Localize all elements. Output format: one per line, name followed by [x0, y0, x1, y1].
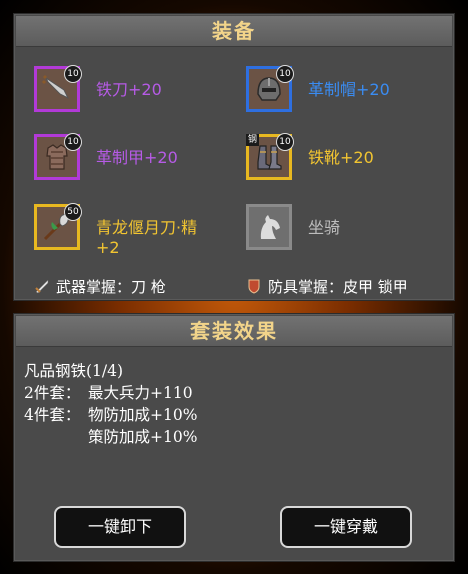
set-effect-title: 套装效果 — [16, 316, 452, 347]
armor-mastery-text: 防具掌握：皮甲 锁甲 — [268, 277, 408, 296]
item-frame[interactable]: 50 — [34, 203, 82, 250]
equip-slot-helmet[interactable]: 10 革制帽+20 — [246, 65, 426, 122]
set-effect-panel: 套装效果 凡品钢铁(1/4) 2件套： 最大兵力+110 4件套： 物防加成+1… — [13, 313, 455, 562]
set-bonus-effect: 策防加成+10% — [88, 428, 198, 446]
item-frame[interactable]: 钢 10 — [246, 133, 294, 180]
horse-icon — [260, 215, 280, 239]
level-badge: 50 — [64, 203, 82, 221]
set-bonus-row: 策防加成+10% — [24, 426, 197, 448]
sword-icon — [35, 279, 49, 294]
equipment-title: 装备 — [16, 16, 452, 47]
set-bonus-label — [24, 426, 88, 448]
item-frame[interactable]: 10 — [246, 65, 294, 112]
level-badge: 10 — [276, 133, 294, 151]
item-frame[interactable]: 10 — [34, 133, 82, 180]
item-name: 青龙偃月刀·精+2 — [96, 218, 198, 257]
item-frame[interactable] — [246, 204, 292, 250]
weapon-mastery: 武器掌握：刀 枪 — [34, 276, 166, 296]
item-name: 革制帽+20 — [308, 80, 390, 99]
set-effect-list: 凡品钢铁(1/4) 2件套： 最大兵力+110 4件套： 物防加成+10% 策防… — [24, 360, 197, 448]
level-badge: 10 — [64, 65, 82, 83]
equipment-panel: 装备 10 铁刀+20 10 革制帽+20 10 革制甲+20 钢 10 铁靴+… — [13, 13, 455, 301]
equip-slot-special-weapon[interactable]: 50 青龙偃月刀·精+2 — [34, 203, 214, 260]
item-frame[interactable]: 10 — [34, 65, 82, 112]
set-bonus-row: 2件套： 最大兵力+110 — [24, 382, 197, 404]
equip-slot-armor[interactable]: 10 革制甲+20 — [34, 133, 214, 190]
item-name: 革制甲+20 — [96, 148, 178, 167]
level-badge: 10 — [276, 65, 294, 83]
set-name: 凡品钢铁(1/4) — [24, 362, 124, 380]
level-badge: 10 — [64, 133, 82, 151]
set-bonus-label: 4件套： — [24, 406, 81, 424]
shield-icon — [248, 279, 260, 294]
unequip-all-button[interactable]: 一键卸下 — [54, 506, 186, 548]
equip-slot-weapon[interactable]: 10 铁刀+20 — [34, 65, 214, 122]
item-name: 铁靴+20 — [308, 148, 374, 167]
equip-slot-boots[interactable]: 钢 10 铁靴+20 — [246, 133, 426, 190]
set-bonus-row: 4件套： 物防加成+10% — [24, 404, 197, 426]
equip-all-button[interactable]: 一键穿戴 — [280, 506, 412, 548]
item-name: 坐骑 — [308, 218, 341, 237]
set-bonus-label: 2件套： — [24, 384, 81, 402]
equip-slot-mount[interactable]: 坐骑 — [246, 204, 426, 260]
weapon-mastery-text: 武器掌握：刀 枪 — [56, 277, 166, 296]
item-name: 铁刀+20 — [96, 80, 162, 99]
armor-mastery: 防具掌握：皮甲 锁甲 — [246, 276, 408, 296]
set-bonus-effect: 物防加成+10% — [88, 406, 198, 424]
set-bonus-effect: 最大兵力+110 — [88, 384, 193, 402]
steel-tag: 钢 — [246, 134, 260, 146]
